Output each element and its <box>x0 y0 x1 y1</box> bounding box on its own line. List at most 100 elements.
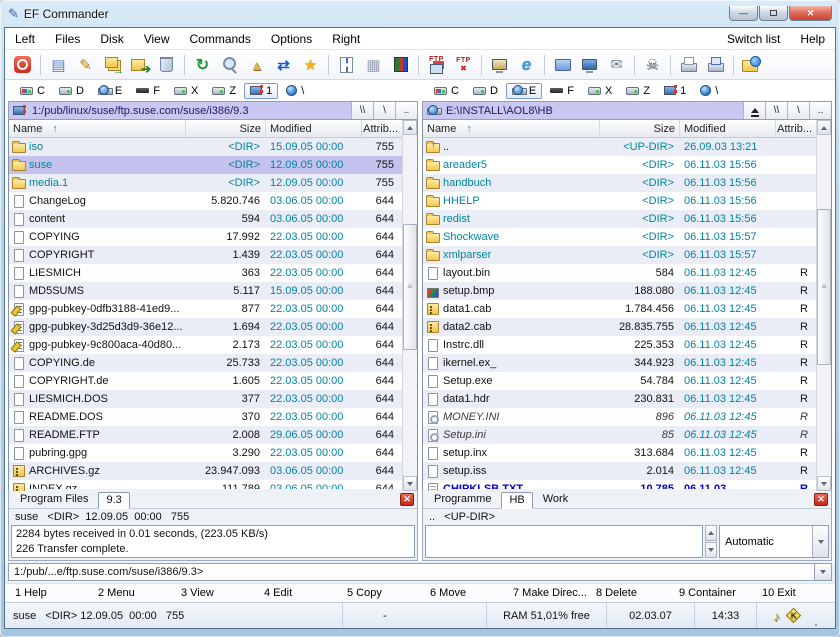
toolbar-button-calculator[interactable] <box>360 52 387 78</box>
drive-button-C[interactable]: C <box>14 83 51 99</box>
scroll-up-button[interactable] <box>403 120 417 135</box>
file-row[interactable]: areader5 <DIR> 06.11.03 15:56 <box>423 156 816 174</box>
toolbar-button-[interactable] <box>36 52 45 78</box>
toolbar-button-virus-scan[interactable] <box>639 52 666 78</box>
function-key-button[interactable]: 3 View <box>171 587 254 599</box>
close-tab-button[interactable]: ✕ <box>400 493 414 506</box>
drive-button-E[interactable]: E <box>92 83 128 99</box>
antivirus-shield-icon[interactable]: K <box>786 608 802 624</box>
toolbar-button-[interactable] <box>630 52 639 78</box>
right-path[interactable]: E:\INSTALL\AOL8\HB <box>443 102 743 119</box>
toolbar-button-my-computer[interactable] <box>576 52 603 78</box>
close-tab-button[interactable]: ✕ <box>814 493 828 506</box>
toolbar-button-[interactable] <box>414 52 423 78</box>
file-row[interactable]: data1.cab 1.784.456 06.11.03 12:45 R <box>423 300 816 318</box>
toolbar-button-printer-setup[interactable] <box>702 52 729 78</box>
toolbar-button-delete[interactable] <box>153 52 180 78</box>
file-row[interactable]: ChangeLog 5.820.746 03.06.05 00:00 644 <box>9 192 402 210</box>
toolbar-button-[interactable] <box>729 52 738 78</box>
toolbar-button-power-off[interactable] <box>9 52 36 78</box>
file-row[interactable]: gpg-pubkey-9c800aca-40d80... 2.173 22.03… <box>9 336 402 354</box>
column-header-attrib[interactable]: Attrib... <box>776 120 816 137</box>
spin-up-button[interactable] <box>705 525 717 541</box>
toolbar-button-move[interactable] <box>126 52 153 78</box>
file-row[interactable]: LIESMICH.DOS 377 22.03.05 00:00 644 <box>9 390 402 408</box>
toolbar-button-[interactable] <box>324 52 333 78</box>
toolbar-button-sync[interactable] <box>270 52 297 78</box>
menu-item[interactable]: View <box>134 29 180 49</box>
menu-item[interactable]: Help <box>790 29 835 49</box>
menu-item[interactable]: Options <box>261 29 322 49</box>
file-row[interactable]: COPYRIGHT 1.439 22.03.05 00:00 644 <box>9 246 402 264</box>
file-row[interactable]: setup.inx 313.684 06.11.03 12:45 R <box>423 444 816 462</box>
toolbar-button-pyramid[interactable] <box>243 52 270 78</box>
function-key-button[interactable]: 6 Move <box>420 587 503 599</box>
column-header-name[interactable]: Name↑ <box>423 120 600 137</box>
spin-down-button[interactable] <box>705 542 717 558</box>
toolbar-button-web-folder[interactable] <box>738 52 765 78</box>
toolbar-button-ftp-disconnect[interactable] <box>450 52 477 78</box>
toolbar-button-copy[interactable] <box>99 52 126 78</box>
file-row[interactable]: data1.hdr 230.831 06.11.03 12:45 R <box>423 390 816 408</box>
file-row[interactable]: content 594 03.06.05 00:00 644 <box>9 210 402 228</box>
toolbar-button-search[interactable] <box>216 52 243 78</box>
function-key-button[interactable]: 1 Help <box>5 587 88 599</box>
menu-item[interactable]: Disk <box>90 29 133 49</box>
minimize-button[interactable]: — <box>729 6 758 21</box>
file-row[interactable]: Shockwave <DIR> 06.11.03 15:57 <box>423 228 816 246</box>
right-scrollbar[interactable]: ≡ <box>816 120 831 491</box>
folder-tab[interactable]: Programme <box>426 491 499 508</box>
toolbar-button-[interactable] <box>180 52 189 78</box>
file-row[interactable]: layout.bin 584 06.11.03 12:45 R <box>423 264 816 282</box>
toolbar-button-email[interactable] <box>603 52 630 78</box>
file-row[interactable]: media.1 <DIR> 12.09.05 00:00 755 <box>9 174 402 192</box>
file-row[interactable]: LIESMICH 363 22.03.05 00:00 644 <box>9 264 402 282</box>
drive-button-1[interactable]: 1 <box>658 83 692 99</box>
file-row[interactable]: redist <DIR> 06.11.03 15:56 <box>423 210 816 228</box>
file-row[interactable]: .. <UP-DIR> 26.09.03 13:21 <box>423 138 816 156</box>
menu-item[interactable]: Left <box>5 29 45 49</box>
toolbar-button-printer[interactable] <box>675 52 702 78</box>
file-row[interactable]: setup.bmp 188.080 06.11.03 12:45 R <box>423 282 816 300</box>
drive-button-Z[interactable]: Z <box>206 83 242 99</box>
file-row[interactable]: pubring.gpg 3.290 22.03.05 00:00 644 <box>9 444 402 462</box>
root-double-backslash-button[interactable]: \\ <box>351 102 373 119</box>
function-key-button[interactable]: 9 Container <box>669 587 752 599</box>
file-row[interactable]: Setup.exe 54.784 06.11.03 12:45 R <box>423 372 816 390</box>
title-bar[interactable]: ✎ EF Commander — ✕ <box>4 0 836 27</box>
file-row[interactable]: data2.cab 28.835.755 06.11.03 12:45 R <box>423 318 816 336</box>
toolbar-button-[interactable] <box>477 52 486 78</box>
scroll-thumb[interactable]: ≡ <box>817 209 831 365</box>
file-row[interactable]: MD5SUMS 5.117 15.09.05 00:00 644 <box>9 282 402 300</box>
toolbar-button-[interactable] <box>540 52 549 78</box>
toolbar-button-[interactable] <box>666 52 675 78</box>
parent-dir-button[interactable]: .. <box>809 102 831 119</box>
drive-button-X[interactable]: X <box>582 83 618 99</box>
toolbar-button-books[interactable] <box>387 52 414 78</box>
file-row[interactable]: Setup.ini 85 06.11.03 12:45 R <box>423 426 816 444</box>
drive-button-F[interactable]: F <box>544 83 580 99</box>
drive-button-\[interactable]: \ <box>280 83 310 99</box>
command-line-input[interactable]: 1:/pub/...e/ftp.suse.com/suse/i386/9.3> <box>8 563 815 581</box>
chevron-down-icon[interactable] <box>812 526 828 557</box>
sound-icon[interactable]: ♪ <box>773 608 780 624</box>
parent-dir-button[interactable]: .. <box>395 102 417 119</box>
toolbar-button-edit[interactable] <box>72 52 99 78</box>
root-double-backslash-button[interactable]: \\ <box>765 102 787 119</box>
folder-tab[interactable]: Work <box>535 491 576 508</box>
resize-grip[interactable] <box>807 618 817 628</box>
drive-button-D[interactable]: D <box>467 83 504 99</box>
scroll-thumb[interactable]: ≡ <box>403 224 417 350</box>
toolbar-button-split-file[interactable] <box>333 52 360 78</box>
column-header-modified[interactable]: Modified <box>680 120 776 137</box>
toolbar-button-folder[interactable] <box>549 52 576 78</box>
eject-button[interactable] <box>743 102 765 119</box>
folder-tab[interactable]: HB <box>501 492 532 509</box>
file-row[interactable]: README.DOS 370 22.03.05 00:00 644 <box>9 408 402 426</box>
file-row[interactable]: COPYING 17.992 22.03.05 00:00 644 <box>9 228 402 246</box>
file-row[interactable]: setup.iss 2.014 06.11.03 12:45 R <box>423 462 816 480</box>
file-row[interactable]: handbuch <DIR> 06.11.03 15:56 <box>423 174 816 192</box>
drive-button-X[interactable]: X <box>168 83 204 99</box>
maximize-button[interactable] <box>759 6 788 21</box>
file-row[interactable]: ikernel.ex_ 344.923 06.11.03 12:45 R <box>423 354 816 372</box>
